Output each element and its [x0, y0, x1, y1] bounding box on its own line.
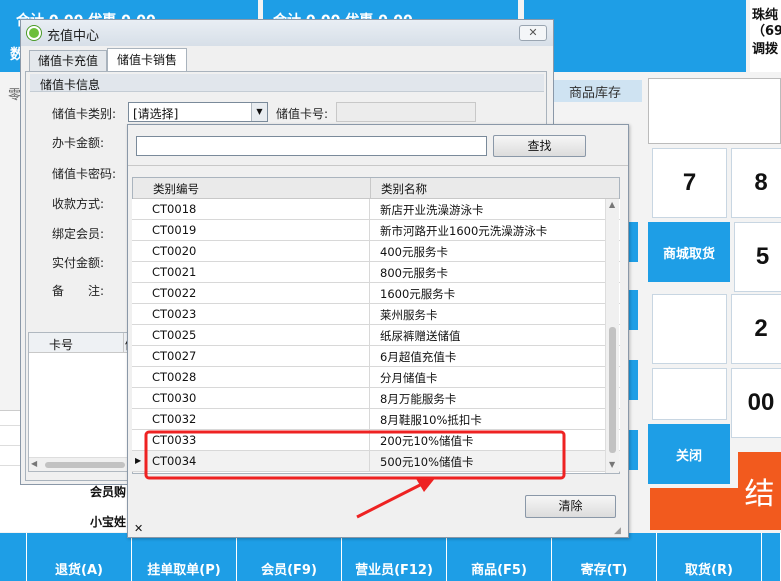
highlight-rectangle	[144, 430, 566, 480]
annotation-overlay	[144, 430, 566, 519]
annotation-arrow-shaft	[356, 481, 425, 519]
